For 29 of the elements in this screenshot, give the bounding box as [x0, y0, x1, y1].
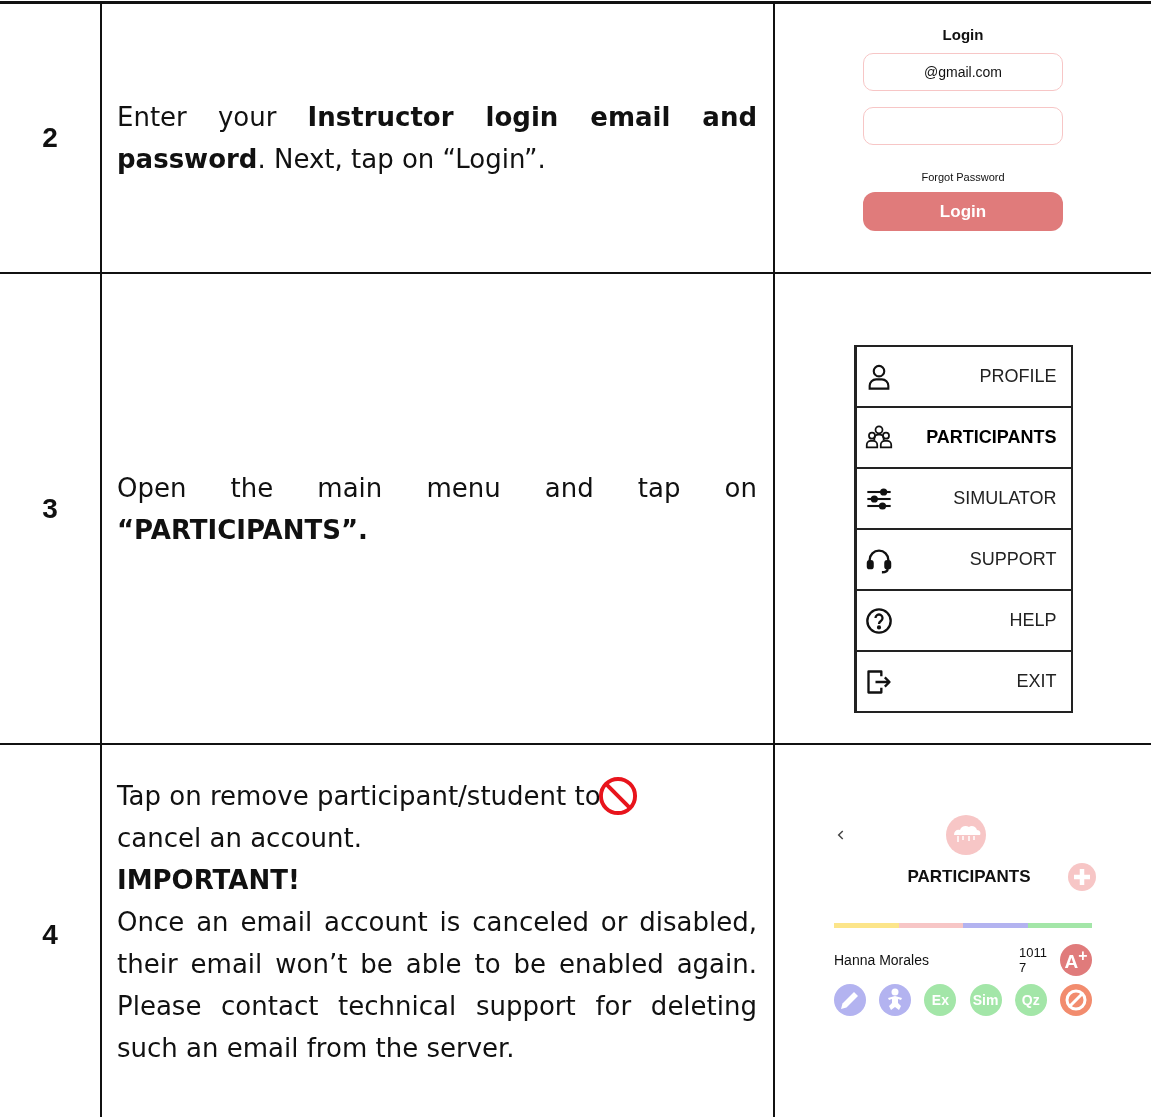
- forgot-password-link[interactable]: Forgot Password: [921, 171, 1005, 183]
- screen-title: PARTICIPANTS: [906, 867, 1031, 887]
- password-field[interactable]: [863, 107, 1063, 145]
- screen-title: Login: [942, 26, 984, 43]
- logo-icon: [946, 815, 986, 855]
- step-number: 2: [42, 122, 58, 154]
- pencil-button[interactable]: [834, 984, 866, 1016]
- forbidden-button[interactable]: [1059, 984, 1092, 1016]
- instruction-text: Open the main menu and tap on “PARTICIPANTS”.: [117, 471, 757, 547]
- menu-item[interactable]: HELP: [856, 591, 1071, 652]
- participant-id: 10117: [1019, 945, 1048, 975]
- warning-heading: IMPORTANT!: [117, 864, 301, 897]
- help-icon: [864, 606, 893, 635]
- participant-name: Hanna Morales: [834, 952, 930, 968]
- exit-icon: [864, 667, 893, 696]
- menu-item[interactable]: SUPPORT: [856, 530, 1071, 591]
- menu-item[interactable]: PROFILE: [856, 347, 1071, 408]
- add-icon[interactable]: [1068, 863, 1096, 891]
- menu-item[interactable]: EXIT: [856, 652, 1071, 711]
- instruction-text: Enter your Instructor login email and password. Next, tap on “Login”.: [117, 101, 757, 176]
- instruction-text: Once an email account is canceled or disabled, their email won’t be able to be enabled again. Please contact technical support for deleting such an email from the server.: [117, 906, 757, 1065]
- menu-item[interactable]: SIMULATOR: [856, 469, 1071, 530]
- instruction-text: cancel an account.: [117, 822, 362, 855]
- email-field[interactable]: @gmail.com: [863, 53, 1063, 91]
- menu-item[interactable]: PARTICIPANTS: [856, 408, 1071, 469]
- baby-button[interactable]: [879, 984, 912, 1016]
- instruction-text: Tap on remove participant/student to: [117, 780, 601, 813]
- step-number: 3: [42, 492, 58, 525]
- step-number: 4: [42, 919, 58, 951]
